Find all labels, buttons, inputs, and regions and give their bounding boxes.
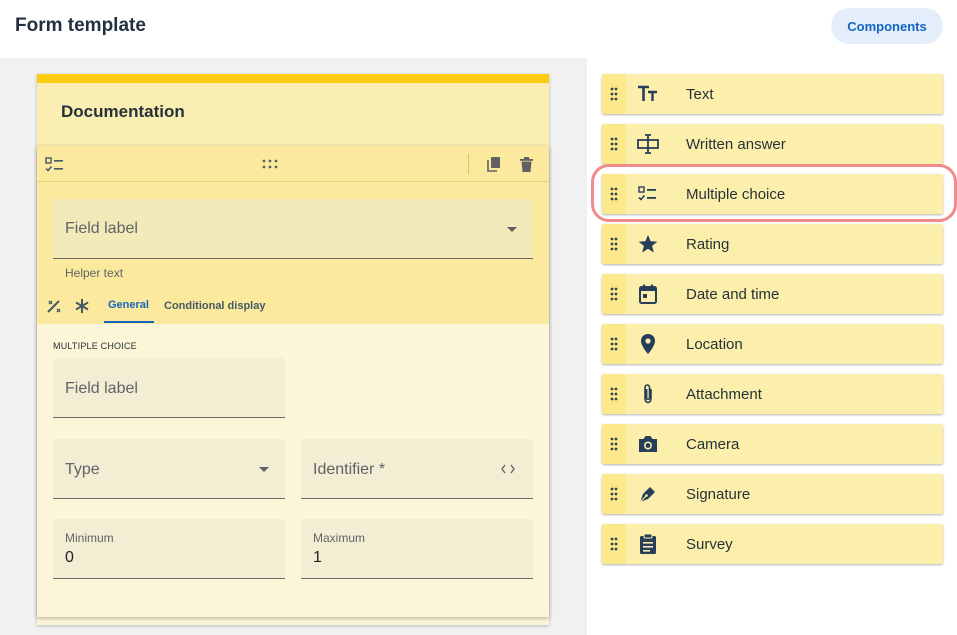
component-label: Location	[686, 336, 743, 353]
minimum-input[interactable]: Minimum 0	[53, 519, 285, 579]
component-label: Camera	[686, 436, 740, 453]
drag-handle-icon[interactable]	[602, 474, 626, 514]
drag-handle-icon[interactable]	[602, 324, 626, 364]
section-title: Documentation	[61, 102, 185, 121]
minimum-label: Minimum	[65, 531, 114, 545]
component-date-and-time[interactable]: Date and time	[602, 274, 943, 314]
drag-handle-icon[interactable]	[259, 156, 281, 172]
component-label: Date and time	[686, 286, 780, 303]
field-toolbar	[37, 146, 549, 182]
copy-icon[interactable]	[485, 155, 503, 173]
maximum-input[interactable]: Maximum 1	[301, 519, 533, 579]
component-written-answer[interactable]: Written answer	[602, 124, 943, 164]
clipboard-icon	[636, 532, 660, 556]
paperclip-icon	[636, 382, 660, 406]
drag-handle-icon[interactable]	[602, 424, 626, 464]
drag-handle-icon[interactable]	[602, 74, 626, 114]
type-select[interactable]: Type	[53, 439, 285, 499]
inner-field-label-placeholder: Field label	[65, 380, 138, 397]
inner-field-label-input[interactable]: Field label	[53, 358, 285, 418]
component-label: Signature	[686, 486, 751, 503]
field-editor: Field label Helper text General Conditio…	[37, 146, 549, 617]
component-survey[interactable]: Survey	[602, 524, 943, 564]
text-input-icon	[636, 132, 660, 156]
component-label: Rating	[686, 236, 730, 253]
component-label: Attachment	[686, 386, 762, 403]
field-label-input[interactable]: Field label	[53, 199, 533, 259]
page-title: Form template	[15, 15, 146, 36]
dropdown-arrow-icon	[507, 227, 517, 232]
toolbar-divider	[468, 154, 469, 174]
maximum-label: Maximum	[313, 531, 366, 545]
component-attachment[interactable]: Attachment	[602, 374, 943, 414]
field-editor-header: Field label Helper text General Conditio…	[37, 146, 549, 324]
camera-icon	[636, 432, 660, 456]
drag-handle-icon[interactable]	[602, 224, 626, 264]
drag-handle-icon[interactable]	[602, 524, 626, 564]
section-type-label: MULTIPLE CHOICE	[53, 341, 137, 351]
active-tab-indicator	[104, 321, 154, 323]
drag-handle-icon[interactable]	[602, 374, 626, 414]
identifier-input[interactable]: Identifier *	[301, 439, 533, 499]
calendar-icon	[636, 282, 660, 306]
components-button[interactable]: Components	[831, 8, 943, 44]
maximum-value: 1	[313, 549, 322, 566]
tab-general[interactable]: General	[108, 299, 149, 311]
field-label-placeholder: Field label	[65, 220, 138, 237]
component-camera[interactable]: Camera	[602, 424, 943, 464]
component-rating[interactable]: Rating	[602, 224, 943, 264]
checklist-icon	[45, 155, 65, 175]
star-icon	[636, 232, 660, 256]
section-header[interactable]: Documentation	[37, 83, 549, 149]
type-label: Type	[65, 461, 100, 478]
component-location[interactable]: Location	[602, 324, 943, 364]
text-format-icon	[636, 82, 660, 106]
asterisk-icon[interactable]	[73, 297, 91, 315]
component-label: Survey	[686, 536, 733, 553]
tab-conditional-display[interactable]: Conditional display	[164, 300, 265, 312]
component-label: Written answer	[686, 136, 786, 153]
identifier-label: Identifier *	[313, 461, 386, 478]
code-icon	[499, 462, 517, 476]
drag-handle-icon[interactable]	[602, 124, 626, 164]
location-pin-icon	[636, 332, 660, 356]
pen-icon	[636, 482, 660, 506]
component-text[interactable]: Text	[602, 74, 943, 114]
dropdown-arrow-icon	[259, 467, 269, 472]
helper-text: Helper text	[65, 266, 124, 280]
component-signature[interactable]: Signature	[602, 474, 943, 514]
delete-icon[interactable]	[517, 155, 535, 173]
component-label: Text	[686, 86, 714, 103]
selection-highlight	[591, 164, 957, 222]
section-accent-bar	[37, 74, 549, 83]
minimum-value: 0	[65, 549, 74, 566]
top-bar: Form template Components	[0, 0, 957, 58]
drag-handle-icon[interactable]	[602, 274, 626, 314]
magic-wand-icon[interactable]	[45, 297, 63, 315]
